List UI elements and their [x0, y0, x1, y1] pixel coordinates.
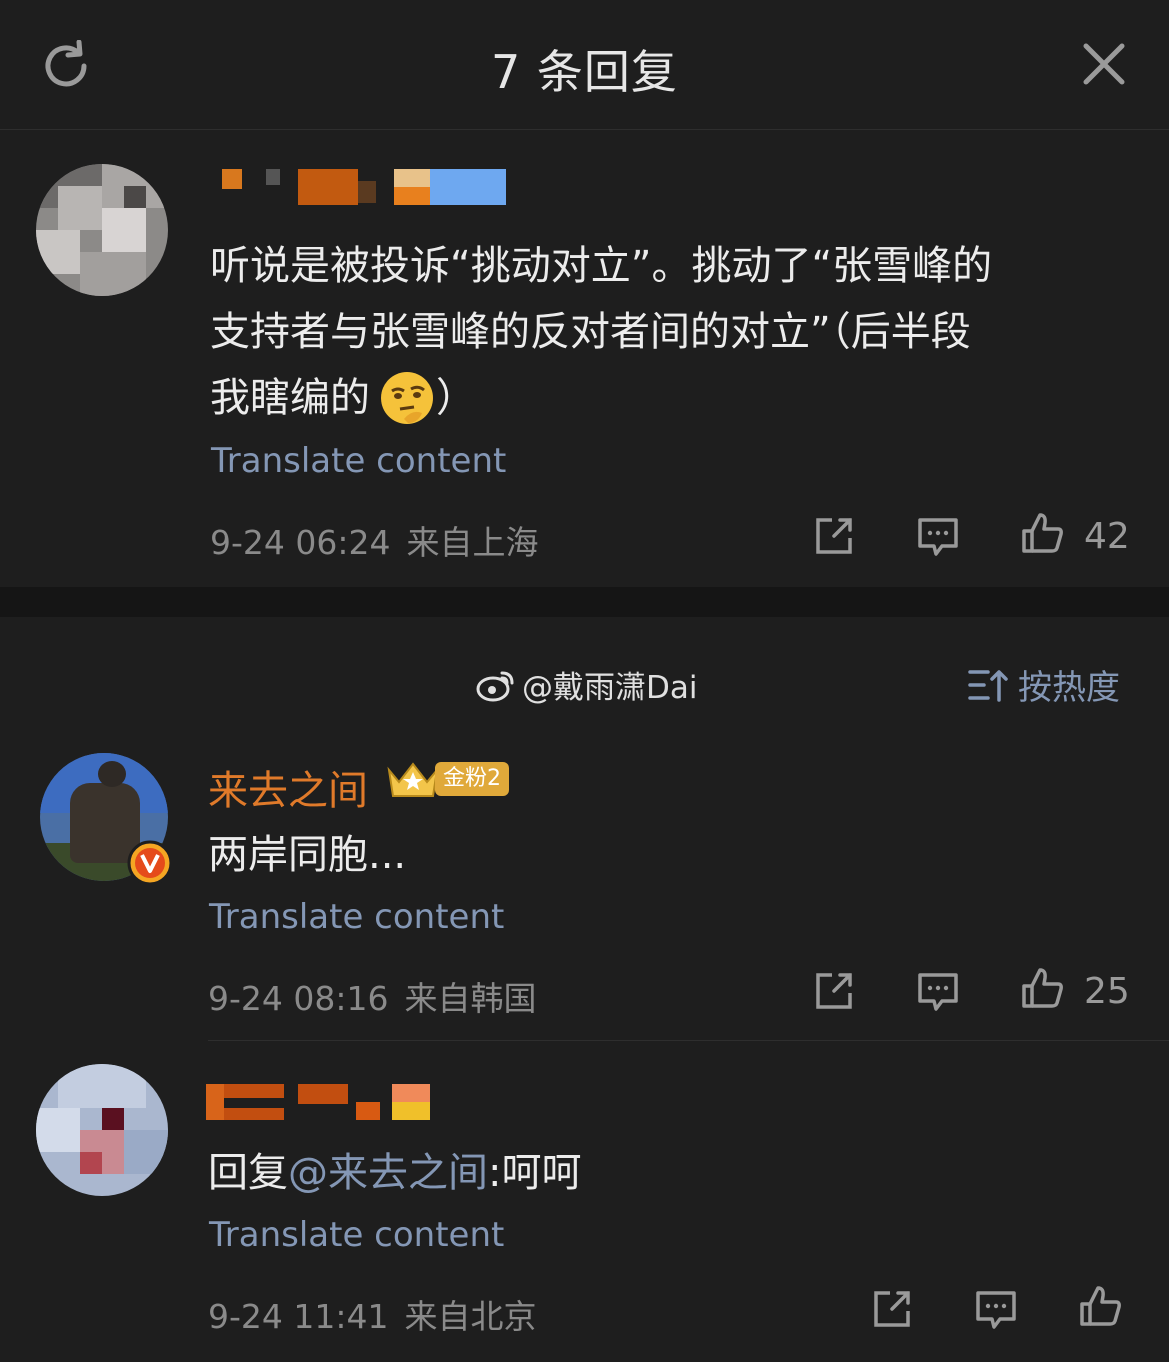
sort-icon: [968, 669, 1008, 702]
username-blurred[interactable]: [208, 169, 508, 205]
reply-meta: 9-24 08:16 来自韩国: [208, 972, 537, 1020]
translate-link[interactable]: Translate content: [211, 441, 506, 481]
reply-body: :呵呵: [488, 1150, 582, 1196]
translate-link[interactable]: Translate content: [209, 1215, 504, 1255]
comment-date: 9-24 06:24: [210, 523, 391, 562]
reply-date: 9-24 11:41: [208, 1297, 389, 1336]
panel-title: 7 条回复: [491, 45, 678, 99]
comment-text: 听说是被投诉“挑动对立”。挑动了“张雪峰的 支持者与张雪峰的反对者间的对立”（后…: [210, 233, 992, 431]
weibo-logo-icon: [476, 671, 514, 701]
like-icon[interactable]: [1020, 966, 1064, 1010]
mention-link[interactable]: @来去之间: [288, 1150, 488, 1196]
reply-username[interactable]: 来去之间: [208, 758, 368, 816]
comment-meta: 9-24 06:24 来自上海: [210, 516, 539, 564]
verified-badge-icon: [127, 840, 173, 886]
thinking-face-emoji-icon: [381, 372, 433, 424]
like-icon[interactable]: [1020, 511, 1064, 555]
sort-button[interactable]: 按热度: [968, 660, 1120, 709]
comment-icon[interactable]: [916, 514, 960, 558]
reply-location: 来自北京: [404, 1297, 537, 1336]
sort-label: 按热度: [1018, 668, 1120, 708]
comment-location: 来自上海: [406, 523, 539, 562]
reply-location: 来自韩国: [404, 979, 537, 1018]
comment-icon[interactable]: [916, 969, 960, 1013]
like-count: 42: [1084, 516, 1130, 557]
fan-level-label: 金粉2: [435, 762, 509, 796]
comment-icon[interactable]: [974, 1287, 1018, 1331]
close-icon[interactable]: [1080, 40, 1128, 88]
share-icon[interactable]: [812, 514, 856, 558]
root-comment: 听说是被投诉“挑动对立”。挑动了“张雪峰的 支持者与张雪峰的反对者间的对立”（后…: [0, 131, 1169, 587]
translate-link[interactable]: Translate content: [209, 897, 504, 937]
replies-header: @戴雨潇Dai 按热度: [0, 650, 1169, 714]
reply-divider: [208, 1040, 1169, 1041]
reply-text: 两岸同胞...: [208, 832, 407, 878]
panel-header: 7 条回复: [0, 0, 1169, 130]
share-icon[interactable]: [812, 969, 856, 1013]
username-blurred[interactable]: [206, 1084, 436, 1120]
source-name: @戴雨潇Dai: [522, 670, 698, 706]
crown-icon: [387, 762, 439, 797]
avatar[interactable]: [36, 1064, 168, 1196]
like-count: 25: [1084, 971, 1130, 1012]
avatar[interactable]: [36, 164, 168, 296]
source-label[interactable]: @戴雨潇Dai: [476, 662, 697, 707]
reply-date: 9-24 08:16: [208, 979, 389, 1018]
section-divider: [0, 587, 1169, 617]
reply-text: 回复@来去之间:呵呵: [208, 1140, 581, 1206]
fan-badge: 金粉2: [385, 758, 509, 800]
share-icon[interactable]: [870, 1287, 914, 1331]
reply-meta: 9-24 11:41 来自北京: [208, 1290, 537, 1338]
reply-prefix: 回复: [208, 1150, 288, 1196]
replies-panel: 7 条回复 听说是被投诉“挑动对立”。挑动了“张雪峰的 支持者与张雪峰的反对者间…: [0, 0, 1169, 1362]
like-icon[interactable]: [1078, 1284, 1122, 1328]
